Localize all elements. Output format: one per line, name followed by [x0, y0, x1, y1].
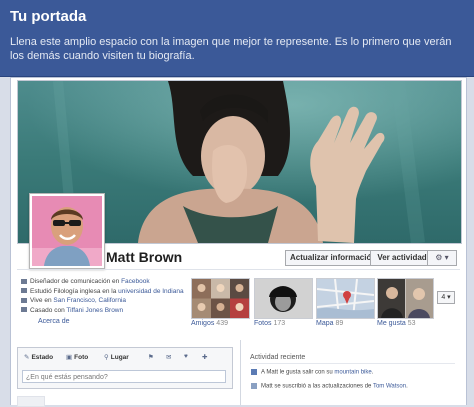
subscribe-icon	[251, 383, 257, 389]
home-icon	[21, 297, 27, 303]
info-location: Vive en San Francisco, California	[21, 296, 196, 306]
cover-tip-banner: Tu portada Llena este amplio espacio con…	[0, 0, 474, 77]
friends-tile[interactable]	[191, 278, 250, 319]
activity-link[interactable]: mountain bike	[334, 370, 371, 376]
info-education: Estudió Filología inglesa en la universi…	[21, 287, 196, 297]
map-tile[interactable]	[316, 278, 375, 319]
spouse-link[interactable]: Tiffani Jones Brown	[66, 307, 123, 314]
map-label[interactable]: Mapa 89	[316, 320, 343, 327]
timeline-frame: Matt Brown Actualizar información Ver ac…	[10, 77, 467, 407]
likes-label[interactable]: Me gusta 53	[377, 320, 416, 327]
divider	[17, 269, 460, 270]
next-post-stub	[17, 396, 45, 407]
profile-picture[interactable]	[29, 193, 105, 269]
flag-icon: ⚑	[148, 354, 154, 361]
tab-add[interactable]: ✚	[202, 353, 209, 361]
tab-relationship[interactable]: ♥	[184, 353, 190, 360]
tab-life-event[interactable]: ⚑	[148, 353, 156, 361]
timeline-center-line	[240, 340, 241, 405]
location-link[interactable]: San Francisco, California	[53, 297, 126, 304]
work-link[interactable]: Facebook	[121, 278, 150, 285]
update-info-button[interactable]: Actualizar información	[285, 250, 376, 266]
view-activity-button[interactable]: Ver actividad	[370, 250, 434, 266]
photo-icon: ▣	[66, 354, 73, 361]
banner-title: Tu portada	[10, 8, 87, 25]
heart-icon: ♥	[184, 353, 188, 360]
like-icon	[251, 369, 257, 375]
settings-gear-button[interactable]: ⚙ ▾	[427, 250, 457, 266]
envelope-icon: ✉	[166, 354, 172, 361]
location-pin-icon: ⚲	[104, 354, 109, 361]
recent-activity-item: A Matt le gusta salir con su mountain bi…	[251, 369, 373, 376]
likes-tile[interactable]	[377, 278, 434, 319]
tab-message[interactable]: ✉	[166, 353, 173, 361]
pencil-icon: ✎	[24, 354, 30, 361]
recent-activity-item: Matt se suscribió a las actualizaciones …	[251, 383, 408, 390]
info-relationship: Casado con Tiffani Jones Brown	[21, 306, 196, 316]
profile-info-list: Diseñador de comunicación en Facebook Es…	[21, 277, 196, 315]
friends-label[interactable]: Amigos 439	[191, 320, 228, 327]
profile-name[interactable]: Matt Brown	[106, 249, 182, 265]
banner-description: Llena este amplio espacio con la imagen …	[10, 36, 452, 62]
tab-status[interactable]: ✎ Estado	[24, 353, 53, 361]
briefcase-icon	[21, 278, 27, 284]
heart-icon	[21, 307, 27, 313]
tab-photo[interactable]: ▣ Foto	[66, 353, 88, 361]
about-link[interactable]: Acerca de	[38, 318, 70, 325]
activity-link[interactable]: Tom Watson	[373, 384, 406, 390]
photos-tile[interactable]	[254, 278, 313, 319]
more-sections-button[interactable]: 4 ▾	[437, 291, 455, 304]
status-input[interactable]: ¿En qué estás pensando?	[22, 370, 226, 383]
graduation-cap-icon	[21, 288, 27, 294]
plus-icon: ✚	[202, 354, 208, 361]
photos-label[interactable]: Fotos 173	[254, 320, 285, 327]
education-link[interactable]: universidad de Indiana	[118, 288, 183, 295]
divider	[250, 363, 455, 364]
info-work: Diseñador de comunicación en Facebook	[21, 277, 196, 287]
tab-place[interactable]: ⚲ Lugar	[104, 353, 129, 361]
status-composer: ✎ Estado ▣ Foto ⚲ Lugar ⚑ ✉ ♥ ✚ ¿En qué est…	[17, 347, 233, 389]
recent-activity-title: Actividad reciente	[250, 354, 306, 361]
